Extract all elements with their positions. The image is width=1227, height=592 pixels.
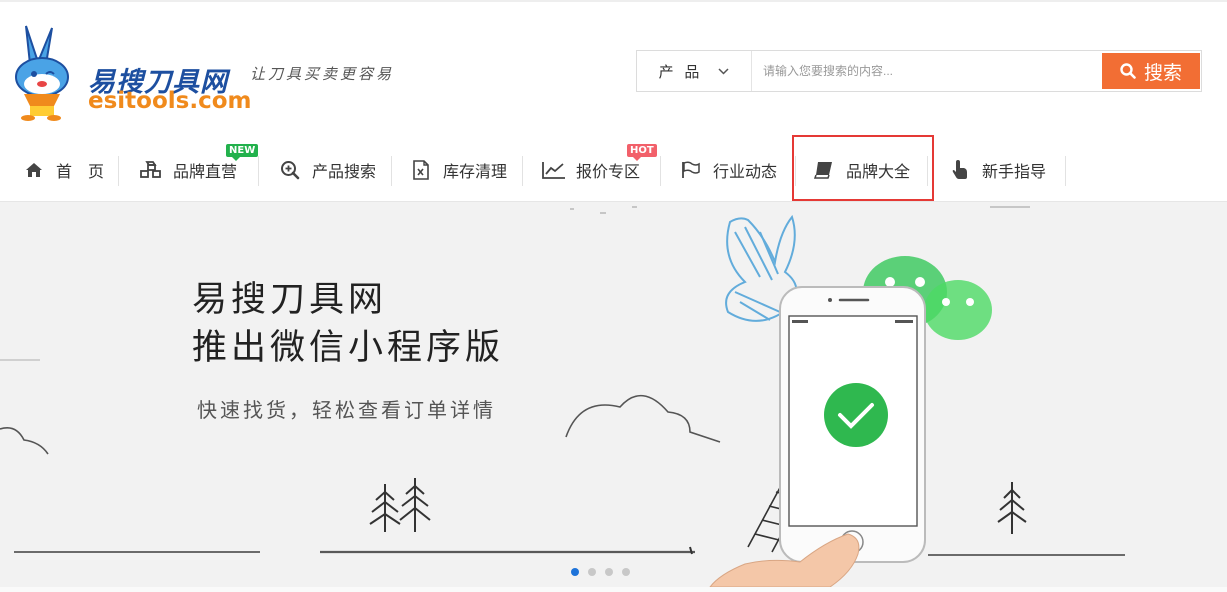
slogan: 让刀具买卖更容易 [250,65,395,83]
main-nav: 首 页 品牌直营 NEW 产品搜索 库存清理 报价专区 HOT 行业动态 品牌大… [0,138,1227,202]
nav-divider [118,156,119,186]
nav-item-home[interactable]: 首 页 [22,138,104,202]
smartphone-icon [779,286,926,563]
promo-banner[interactable]: 易搜刀具网 推出微信小程序版 快速找货，轻松查看订单详情 [0,202,1227,587]
new-badge: NEW [226,144,259,161]
nav-item-label: 报价专区 [576,162,641,181]
hand-pointer-icon [948,160,972,180]
bottom-divider [0,587,1227,592]
search-input[interactable] [763,51,1103,91]
carousel-dot[interactable] [588,568,596,576]
line-chart-icon [542,160,566,180]
cubes-icon [139,160,163,180]
banner-title: 易搜刀具网 推出微信小程序版 [192,276,504,372]
search-button[interactable]: 搜索 [1102,53,1200,89]
chevron-down-icon [718,65,729,78]
tree-icon [369,478,1027,534]
nav-item-inventory-clearance[interactable]: 库存清理 [409,138,507,202]
nav-item-label: 品牌直营 [173,162,238,181]
banner-subtitle: 快速找货，轻松查看订单详情 [197,398,496,422]
banner-title-line: 推出微信小程序版 [192,328,505,368]
nav-item-label: 产品搜索 [312,162,377,181]
rabbit-mascot-icon [15,25,69,121]
carousel-dot[interactable] [605,568,613,576]
nav-item-quotation-zone[interactable]: 报价专区 [542,138,640,202]
home-icon [22,160,46,180]
nav-divider [258,156,259,186]
nav-item-industry-news[interactable]: 行业动态 [679,138,777,202]
flag-icon [679,160,703,180]
nav-item-label: 新手指导 [982,162,1047,181]
carousel-dot[interactable] [571,568,579,576]
nav-item-beginner-guide[interactable]: 新手指导 [948,138,1046,202]
excel-file-icon [409,160,433,180]
carousel-indicators [571,568,639,576]
banner-title-line: 易搜刀具网 [192,280,388,320]
carousel-dot[interactable] [622,568,630,576]
nav-item-label: 行业动态 [713,162,778,181]
nav-divider [391,156,392,186]
nav-item-product-search[interactable]: 产品搜索 [278,138,376,202]
nav-item-label: 首 页 [56,162,105,181]
search-button-label: 搜索 [1143,62,1182,84]
site-logo[interactable]: 易搜刀具网 esitools.com [8,22,252,122]
hot-badge: HOT [627,144,657,161]
search-plus-icon [278,160,302,180]
search-category-select[interactable]: 产 品 [637,51,752,91]
top-divider [0,0,1227,2]
highlight-box [792,135,934,201]
banner-illustration [0,206,1125,587]
search-bar: 产 品 搜索 [636,50,1202,92]
nav-divider [660,156,661,186]
search-icon [1120,63,1136,79]
nav-item-label: 库存清理 [443,162,508,181]
logo-domain: esitools.com [88,88,252,114]
search-category-label: 产 品 [658,62,703,81]
nav-divider [522,156,523,186]
nav-item-brand-direct[interactable]: 品牌直营 [139,138,237,202]
nav-divider [1065,156,1066,186]
